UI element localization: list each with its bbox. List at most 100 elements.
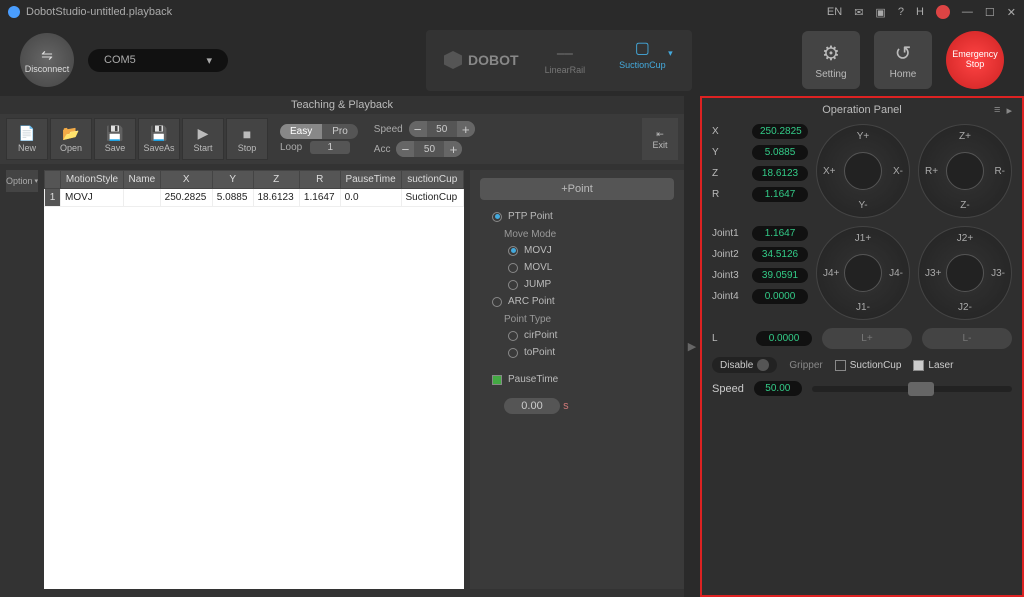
speed-minus[interactable]: − [409,121,427,137]
pausetime-check[interactable]: PauseTime [480,371,674,388]
cell-name[interactable] [123,189,160,207]
jog-pad-j14[interactable]: J1+J1-J4+J4- [816,226,910,320]
jog-pad-j23[interactable]: J2+J2-J3+J3- [918,226,1012,320]
suction-cup-mode[interactable]: ▢ SuctionCup ▾ [611,38,674,83]
menu-icon[interactable]: ≡ [994,104,1000,117]
teach-playback-title: Teaching & Playback [0,96,684,114]
acc-stepper[interactable]: − + [396,141,462,157]
pro-option[interactable]: Pro [322,124,358,139]
speed-slider[interactable] [812,386,1012,392]
easy-pro-toggle[interactable]: Easy Pro [280,124,358,139]
minimize-icon[interactable]: — [962,6,973,18]
save-button[interactable]: 💾Save [94,118,136,160]
x-value[interactable]: 250.2825 [752,124,808,139]
loop-label: Loop [280,142,302,153]
col-r[interactable]: R [299,171,340,189]
suctioncup-label: SuctionCup [850,360,902,371]
lang-icon[interactable]: EN [827,6,842,18]
cell-r[interactable]: 1.1647 [299,189,340,207]
loop-input[interactable] [310,141,350,154]
z-value[interactable]: 18.6123 [752,166,808,181]
j4-value[interactable]: 0.0000 [752,289,808,304]
col-pausetime[interactable]: PauseTime [340,171,401,189]
new-button[interactable]: 📄New [6,118,48,160]
cell-style[interactable]: MOVJ [61,189,124,207]
col-tool[interactable]: suctionCup [401,171,463,189]
linear-rail-mode[interactable]: ⎯⎯ LinearRail [537,45,594,75]
cell-tool[interactable]: SuctionCup [401,189,463,207]
r-value[interactable]: 1.1647 [752,187,808,202]
jog-pad-zr[interactable]: Z+Z-R+R- [918,124,1012,218]
disconnect-button[interactable]: ⇋ Disconnect [20,33,74,87]
laser-checkbox[interactable] [913,360,924,371]
cirpoint-radio[interactable]: cirPoint [480,327,674,344]
cell-y[interactable]: 5.0885 [212,189,253,207]
collapse-icon[interactable]: ▸ [1006,104,1012,117]
start-button[interactable]: ▶Start [182,118,224,160]
logo-block: DOBOT ⎯⎯ LinearRail ▢ SuctionCup ▾ [426,30,692,91]
speed-plus[interactable]: + [457,121,475,137]
stop-button[interactable]: ■Stop [226,118,268,160]
h-icon[interactable]: H [916,6,924,18]
easy-option[interactable]: Easy [280,124,322,139]
j1-value[interactable]: 1.1647 [752,226,808,241]
mail-icon[interactable]: ✉ [854,6,863,19]
col-z[interactable]: Z [253,171,299,189]
pausetime-input[interactable]: 0.00 [504,398,560,414]
col-motionstyle[interactable]: MotionStyle [61,171,124,189]
acc-value[interactable] [414,144,444,155]
acc-plus[interactable]: + [444,141,462,157]
cell-z[interactable]: 18.6123 [253,189,299,207]
movl-radio[interactable]: MOVL [480,259,674,276]
ptp-point-radio[interactable]: PTP Point [480,208,674,225]
j2-value[interactable]: 34.5126 [752,247,808,262]
l-plus-button[interactable]: L+ [822,328,912,349]
cell-pause[interactable]: 0.0 [340,189,401,207]
setting-button[interactable]: ⚙ Setting [802,31,860,89]
suctioncup-checkbox[interactable] [835,360,846,371]
jog-pad-xy[interactable]: Y+Y-X+X- [816,124,910,218]
titlebar: DobotStudio-untitled.playback EN ✉ ▣ ? H… [0,0,1024,24]
slider-handle[interactable] [908,382,934,396]
help-icon[interactable]: ? [898,6,904,18]
saveas-button[interactable]: 💾SaveAs [138,118,180,160]
col-y[interactable]: Y [212,171,253,189]
l-value[interactable]: 0.0000 [756,331,812,346]
maximize-icon[interactable]: ☐ [985,6,995,19]
acc-minus[interactable]: − [396,141,414,157]
y-value[interactable]: 5.0885 [752,145,808,160]
point-type-label: Point Type [480,310,674,327]
option-button[interactable]: Option▾ [6,170,38,192]
arc-point-radio[interactable]: ARC Point [480,293,674,310]
notify-icon[interactable] [936,5,950,19]
l-minus-button[interactable]: L- [922,328,1012,349]
gripper-label: Gripper [789,360,822,371]
col-name[interactable]: Name [123,171,160,189]
suction-label: SuctionCup [619,60,666,70]
movj-radio[interactable]: MOVJ [480,242,674,259]
com-port-select[interactable]: COM5 ▾ [88,49,228,72]
j3-label: Joint3 [712,270,746,281]
speed-stepper[interactable]: − + [409,121,475,137]
j3-value[interactable]: 39.0591 [752,268,808,283]
disable-toggle[interactable]: Disable [712,357,777,373]
emergency-stop-button[interactable]: Emergency Stop [946,31,1004,89]
col-x[interactable]: X [160,171,212,189]
op-speed-value[interactable]: 50.00 [754,381,802,396]
disconnect-label: Disconnect [25,64,70,74]
topoint-radio[interactable]: toPoint [480,344,674,361]
close-icon[interactable]: ✕ [1007,6,1016,19]
exit-button[interactable]: ⇤ Exit [642,118,678,160]
jump-radio[interactable]: JUMP [480,276,674,293]
dropdown-caret-icon[interactable]: ▾ [668,48,673,59]
home-button[interactable]: ↺ Home [874,31,932,89]
cell-x[interactable]: 250.2825 [160,189,212,207]
open-button[interactable]: 📂Open [50,118,92,160]
speed-value[interactable] [427,124,457,135]
expand-toggle[interactable]: ▶ [684,96,700,597]
screenshot-icon[interactable]: ▣ [875,6,885,19]
setting-label: Setting [815,69,846,80]
add-point-button[interactable]: +Point [480,178,674,200]
points-table[interactable]: MotionStyle Name X Y Z R PauseTime sucti… [44,170,464,589]
table-row[interactable]: 1 MOVJ 250.2825 5.0885 18.6123 1.1647 0.… [45,189,464,207]
